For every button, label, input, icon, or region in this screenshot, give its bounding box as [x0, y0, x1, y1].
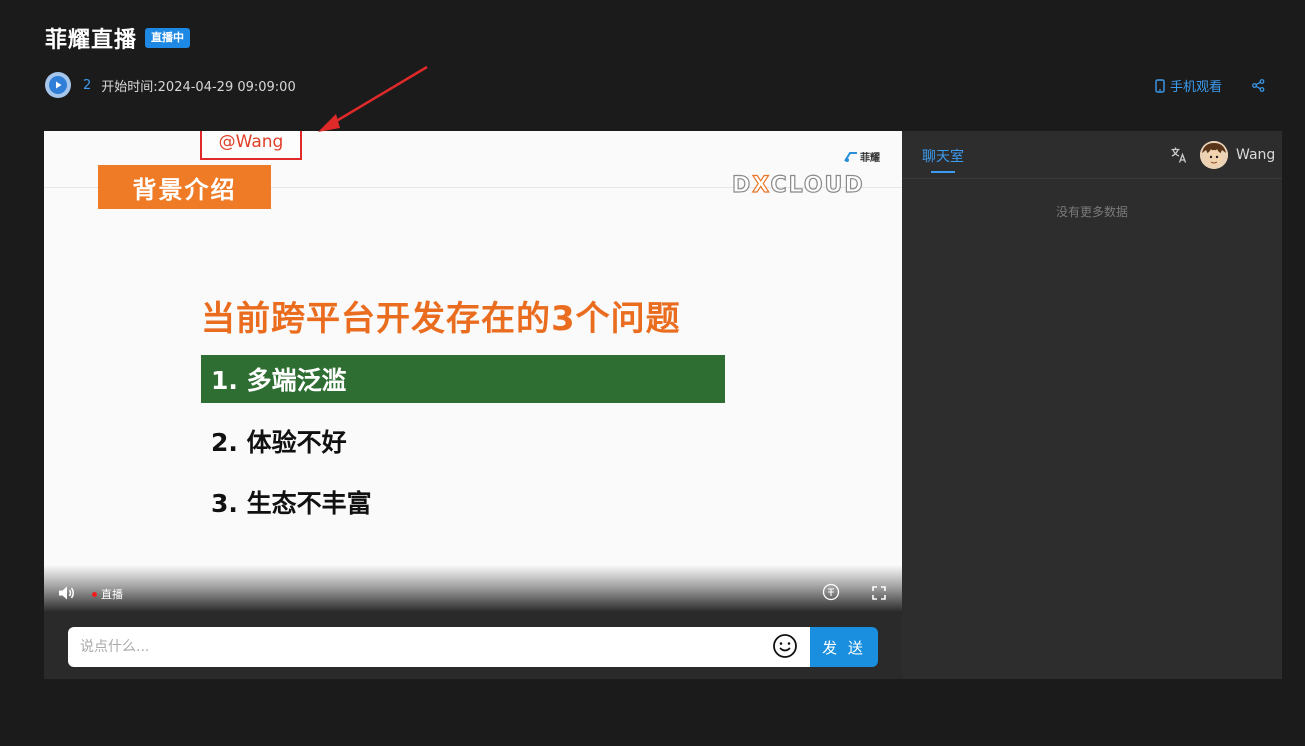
share-icon	[1252, 79, 1265, 92]
avatar[interactable]	[1200, 141, 1228, 169]
live-status-badge: 直播中	[145, 28, 191, 48]
play-icon	[49, 76, 67, 94]
annotation-arrow-icon	[318, 65, 428, 132]
share-button[interactable]	[1252, 79, 1265, 92]
dcloud-x: X	[752, 172, 771, 198]
brand-text: 菲耀	[860, 153, 880, 164]
danmaku-toggle[interactable]	[822, 583, 840, 605]
tab-active-indicator	[931, 171, 955, 173]
live-label: 直播	[101, 588, 123, 601]
mobile-watch-label: 手机观看	[1169, 80, 1222, 95]
meta-row: 2 开始时间:2024-04-29 09:09:00	[45, 72, 296, 98]
video-player[interactable]: 背景介绍 菲耀 DXCLOUD 当前跨平台开发存在的3个问题 1. 多端泛滥 2…	[44, 131, 902, 613]
translate-button[interactable]	[1170, 146, 1188, 168]
viewer-count: 2	[83, 77, 92, 93]
fullscreen-button[interactable]	[872, 585, 886, 604]
brand-logo-icon	[844, 151, 857, 162]
username: Wang	[1236, 147, 1276, 163]
tab-chatroom[interactable]: 聊天室	[922, 146, 964, 166]
translate-icon	[1171, 147, 1187, 163]
avatar-image-icon	[1200, 141, 1228, 169]
volume-button[interactable]	[58, 585, 76, 605]
play-button[interactable]	[45, 72, 71, 98]
slide-item-2: 2. 体验不好	[211, 428, 347, 457]
chat-input-bar: 发 送	[44, 613, 902, 679]
fullscreen-icon	[872, 586, 886, 600]
top-actions: 手机观看	[1155, 76, 1265, 95]
dcloud-rest: CLOUD	[770, 172, 865, 198]
title-row: 菲耀直播 直播中	[45, 22, 191, 54]
brand-logo: 菲耀	[844, 149, 880, 164]
slide-section-tag: 背景介绍	[98, 165, 271, 209]
chat-header: 聊天室 Wang	[902, 131, 1282, 179]
send-button[interactable]: 发 送	[810, 627, 878, 667]
live-dot	[92, 591, 97, 597]
live-indicator: 直播	[92, 586, 123, 602]
emoji-button[interactable]	[772, 633, 798, 663]
volume-icon	[59, 586, 74, 600]
dcloud-logo: DXCLOUD	[731, 172, 865, 198]
emoji-icon	[773, 634, 797, 658]
mobile-watch-button[interactable]: 手机观看	[1155, 76, 1222, 95]
player-controls: 直播	[44, 565, 902, 613]
user-watermark: @Wang	[200, 131, 302, 160]
slide-item-3: 3. 生态不丰富	[211, 489, 372, 518]
slide-heading: 当前跨平台开发存在的3个问题	[201, 299, 681, 339]
slide-item-1: 1. 多端泛滥	[201, 355, 725, 403]
chat-input[interactable]	[68, 627, 811, 667]
phone-icon	[1155, 78, 1165, 93]
start-time: 开始时间:2024-04-29 09:09:00	[101, 79, 296, 95]
chat-panel: 聊天室 Wang 没有更多数据	[902, 131, 1282, 679]
dcloud-d: D	[731, 172, 753, 198]
empty-message: 没有更多数据	[1055, 205, 1128, 219]
page-title: 菲耀直播	[45, 28, 138, 53]
danmaku-icon	[822, 583, 840, 601]
